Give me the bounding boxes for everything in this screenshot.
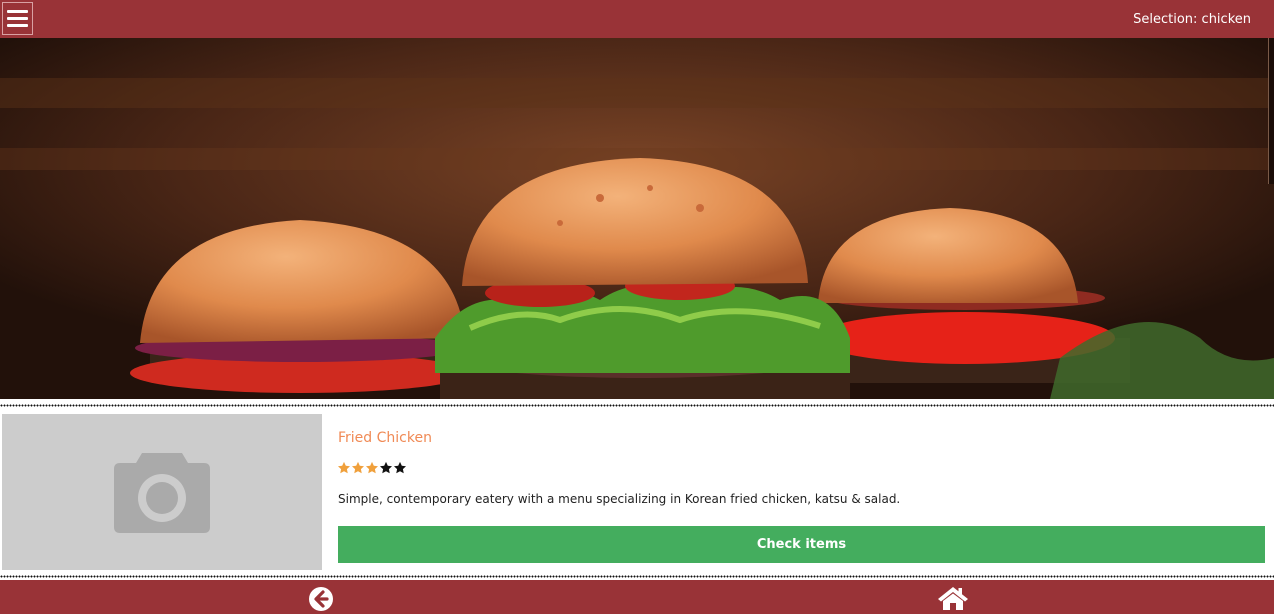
selection-label: Selection: chicken — [1133, 12, 1251, 27]
star-rating — [337, 461, 407, 475]
page-scrollbar[interactable] — [1268, 38, 1274, 184]
hero-image — [0, 38, 1274, 399]
star-icon — [365, 461, 379, 474]
menu-button[interactable] — [2, 2, 33, 35]
top-bar: Selection: chicken — [0, 0, 1274, 38]
home-button[interactable] — [937, 584, 969, 612]
back-button[interactable] — [307, 586, 335, 612]
burgers-photo — [0, 38, 1274, 399]
home-icon — [938, 587, 968, 610]
dotted-divider — [0, 404, 1274, 407]
star-icon — [379, 461, 393, 474]
bottom-nav-bar — [0, 580, 1274, 614]
hamburger-menu-icon — [7, 10, 28, 13]
restaurant-name[interactable]: Fried Chicken — [338, 430, 432, 446]
star-icon — [393, 461, 407, 474]
star-icon — [351, 461, 365, 474]
camera-icon — [114, 453, 210, 533]
dotted-divider — [0, 575, 1274, 578]
star-icon — [337, 461, 351, 474]
back-arrow-icon — [309, 587, 333, 611]
check-items-button[interactable]: Check items — [338, 526, 1265, 563]
restaurant-photo-placeholder — [2, 414, 322, 570]
restaurant-description: Simple, contemporary eatery with a menu … — [338, 492, 901, 506]
